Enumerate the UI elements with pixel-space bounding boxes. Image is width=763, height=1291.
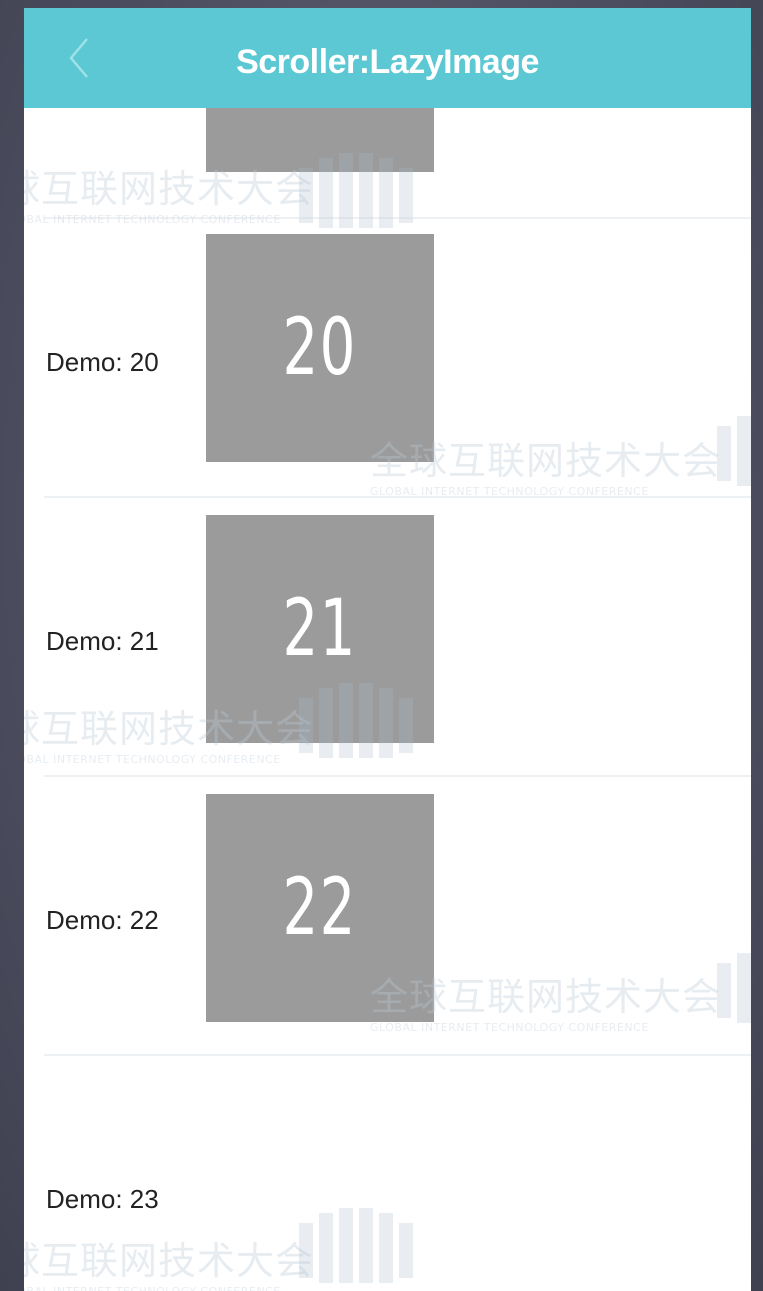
conference-logo-watermark (717, 416, 751, 486)
row-label: Demo: 22 (46, 905, 159, 935)
lazy-image: 20 (206, 234, 434, 462)
row-label: Demo: 20 (46, 347, 159, 377)
conference-logo-watermark (717, 953, 751, 1023)
conference-logo-watermark (299, 683, 413, 758)
conference-logo-watermark (299, 1208, 413, 1283)
navigation-bar: Scroller:LazyImage (24, 8, 751, 108)
page-title: Scroller:LazyImage (236, 43, 539, 81)
list-item[interactable]: Demo: 22 22 (24, 777, 751, 1056)
lazy-image: 22 (206, 794, 434, 1022)
image-number: 21 (282, 584, 358, 674)
list-item[interactable]: Demo: 20 20 (24, 219, 751, 498)
image-number: 20 (282, 303, 358, 393)
image-number: 22 (282, 863, 358, 953)
conference-logo-watermark (299, 153, 413, 228)
row-label: Demo: 23 (46, 1184, 159, 1214)
app-screen: Demo: 20 20 Demo: 21 21 Demo: 22 22 Demo… (24, 8, 751, 1291)
row-label: Demo: 21 (46, 626, 159, 656)
